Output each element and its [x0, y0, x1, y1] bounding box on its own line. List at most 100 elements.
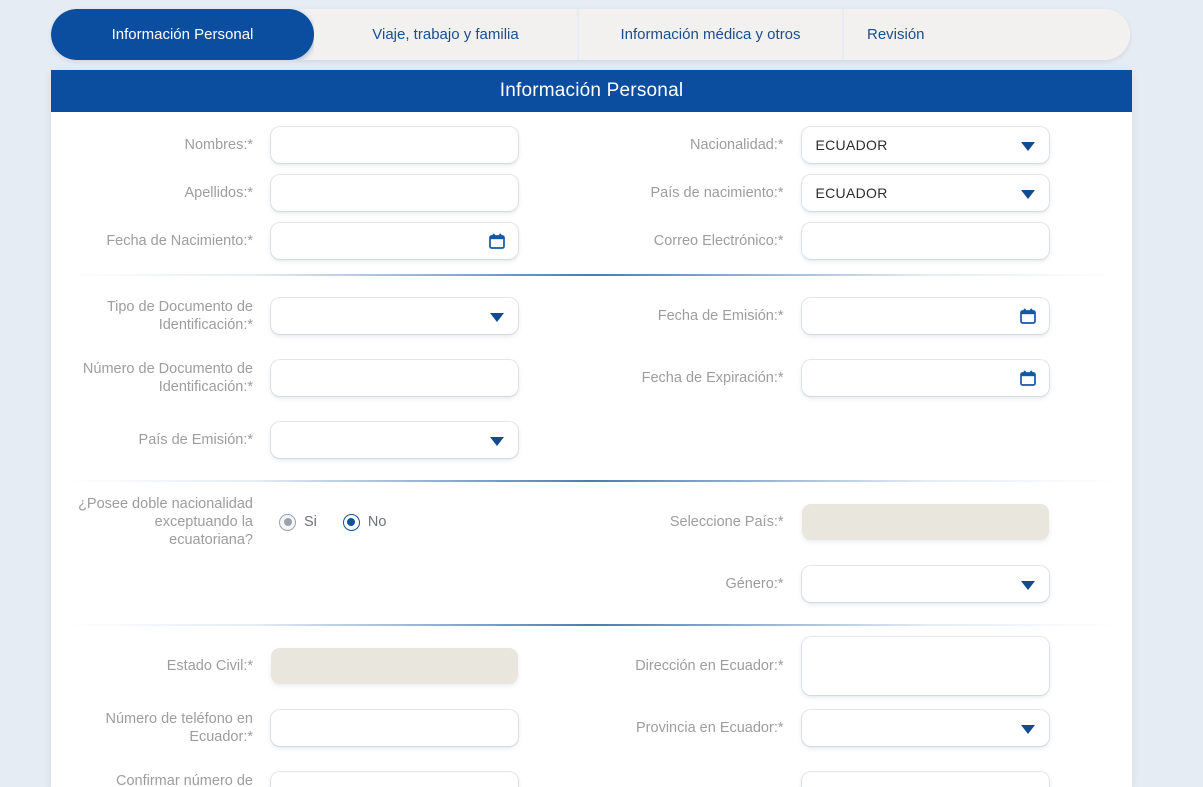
- field-row-doble-nacionalidad: ¿Posee doble nacionalidad exceptuando la…: [71, 491, 592, 553]
- label-nacionalidad: Nacionalidad:*: [689, 137, 784, 153]
- field-row-provincia-ecuador: Provincia en Ecuador:*: [602, 697, 1133, 759]
- radio-label-si: Si: [304, 514, 317, 530]
- field-row-correo-electronico: Correo Electrónico:*: [602, 217, 1133, 265]
- next-partial-input[interactable]: [801, 772, 1049, 787]
- section1-left-column: Nombres:* Apellidos:* Fecha de Nacimient…: [51, 112, 592, 274]
- label-genero: Género:*: [725, 576, 784, 592]
- tab-label: Revisión: [867, 26, 925, 43]
- apellidos-input[interactable]: [271, 175, 518, 211]
- field-row-telefono-ecuador: Número de teléfono en Ecuador:*: [71, 697, 592, 759]
- field-row-tipo-documento: Tipo de Documento de Identificación:*: [71, 285, 592, 347]
- chevron-down-icon[interactable]: [1020, 190, 1035, 199]
- label-numero-documento: Número de Documento de Identificación:*: [82, 361, 253, 395]
- field-row-pais-nacimiento: País de nacimiento:* ECUADOR: [602, 169, 1133, 217]
- chevron-down-icon[interactable]: [490, 313, 504, 322]
- field-row-fecha-expiracion: Fecha de Expiración:*: [602, 347, 1133, 409]
- label-tipo-documento: Tipo de Documento de Identificación:*: [106, 299, 253, 333]
- radio-icon-unselected[interactable]: [279, 513, 296, 531]
- calendar-icon[interactable]: [1019, 308, 1036, 324]
- radio-label-no: No: [367, 514, 387, 530]
- nacionalidad-select[interactable]: ECUADOR: [801, 127, 1049, 163]
- label-confirmar-telefono-ecuador: Confirmar número de teléfono en Ecuador:…: [116, 773, 253, 787]
- calendar-icon[interactable]: [489, 233, 505, 249]
- doble-nacionalidad-radio-group: Si No: [271, 513, 592, 531]
- label-doble-nacionalidad: ¿Posee doble nacionalidad exceptuando la…: [78, 496, 253, 548]
- label-seleccione-pais: Seleccione País:*: [669, 514, 784, 530]
- label-provincia-ecuador: Provincia en Ecuador:*: [636, 720, 784, 736]
- section4-right-column: Dirección en Ecuador:* Provincia en Ecua…: [592, 626, 1133, 787]
- chevron-down-icon[interactable]: [1020, 581, 1035, 590]
- pais-nacimiento-select[interactable]: ECUADOR: [801, 175, 1049, 211]
- telefono-ecuador-input[interactable]: [271, 710, 518, 746]
- tab-revision[interactable]: Revisión: [844, 9, 1130, 60]
- tab-label: Viaje, trabajo y familia: [372, 26, 519, 43]
- nacionalidad-value: ECUADOR: [815, 137, 888, 153]
- provincia-ecuador-select[interactable]: [801, 710, 1049, 746]
- numero-documento-input[interactable]: [271, 360, 518, 396]
- radio-icon-selected[interactable]: [342, 513, 360, 531]
- section3-right-column: Seleccione País:* Género:*: [592, 482, 1133, 624]
- field-row-nombres: Nombres:*: [71, 121, 592, 169]
- seleccione-pais-select: [801, 504, 1049, 540]
- estado-civil-select: [271, 648, 518, 684]
- field-row-next-partial: [602, 759, 1133, 787]
- wizard-tab-bar: Información Personal Viaje, trabajo y fa…: [51, 9, 1130, 60]
- tipo-documento-select[interactable]: [271, 298, 518, 334]
- form-card: Información Personal Nombres:* Apellidos…: [51, 70, 1132, 787]
- label-estado-civil: Estado Civil:*: [166, 658, 253, 674]
- field-row-genero: Género:*: [602, 553, 1133, 615]
- label-telefono-ecuador: Número de teléfono en Ecuador:*: [105, 711, 253, 745]
- section-documento-identificacion: Tipo de Documento de Identificación:* Nú…: [51, 276, 1132, 480]
- label-nombres: Nombres:*: [184, 137, 254, 153]
- field-row-apellidos: Apellidos:*: [71, 169, 592, 217]
- page-title: Información Personal: [499, 80, 684, 101]
- section2-left-column: Tipo de Documento de Identificación:* Nú…: [51, 276, 592, 480]
- label-apellidos: Apellidos:*: [184, 185, 253, 201]
- correo-electronico-input[interactable]: [801, 223, 1049, 259]
- fecha-emision-input[interactable]: [801, 298, 1049, 334]
- fecha-expiracion-input[interactable]: [801, 360, 1049, 396]
- section-doble-nacionalidad: ¿Posee doble nacionalidad exceptuando la…: [51, 482, 1132, 624]
- field-row-estado-civil: Estado Civil:*: [71, 635, 592, 697]
- tab-label: Información médica y otros: [620, 26, 801, 43]
- field-row-pais-emision: País de Emisión:*: [71, 409, 592, 471]
- radio-option-si[interactable]: Si: [279, 513, 317, 531]
- field-row-confirmar-telefono-ecuador: Confirmar número de teléfono en Ecuador:…: [71, 759, 592, 787]
- chevron-down-icon[interactable]: [490, 437, 504, 446]
- section-datos-basicos: Nombres:* Apellidos:* Fecha de Nacimient…: [51, 112, 1132, 274]
- label-correo-electronico: Correo Electrónico:*: [653, 233, 784, 249]
- field-row-direccion-ecuador: Dirección en Ecuador:*: [602, 635, 1133, 697]
- genero-select[interactable]: [801, 566, 1049, 602]
- section4-left-column: Estado Civil:* Número de teléfono en Ecu…: [51, 626, 592, 787]
- field-row-fecha-emision: Fecha de Emisión:*: [602, 285, 1133, 347]
- label-fecha-nacimiento: Fecha de Nacimiento:*: [106, 233, 253, 249]
- field-row-fecha-nacimiento: Fecha de Nacimiento:*: [71, 217, 592, 265]
- field-row-nacionalidad: Nacionalidad:* ECUADOR: [602, 121, 1133, 169]
- section3-left-column: ¿Posee doble nacionalidad exceptuando la…: [51, 482, 592, 624]
- nombres-input[interactable]: [271, 127, 518, 163]
- field-row-seleccione-pais: Seleccione País:*: [602, 491, 1133, 553]
- tab-informacion-medica-y-otros[interactable]: Información médica y otros: [579, 9, 844, 60]
- fecha-nacimiento-input[interactable]: [271, 223, 518, 259]
- chevron-down-icon[interactable]: [1020, 725, 1035, 734]
- radio-option-no[interactable]: No: [342, 513, 387, 531]
- field-row-numero-documento: Número de Documento de Identificación:*: [71, 347, 592, 409]
- calendar-icon[interactable]: [1019, 370, 1036, 386]
- label-pais-emision: País de Emisión:*: [138, 432, 253, 448]
- application-form-page: Información Personal Viaje, trabajo y fa…: [0, 0, 1203, 787]
- tab-viaje-trabajo-familia[interactable]: Viaje, trabajo y familia: [314, 9, 579, 60]
- section1-right-column: Nacionalidad:* ECUADOR País de nacimient…: [592, 112, 1133, 274]
- form-section-header: Información Personal: [51, 70, 1132, 112]
- label-fecha-emision: Fecha de Emisión:*: [657, 308, 784, 324]
- label-pais-nacimiento: País de nacimiento:*: [650, 185, 784, 201]
- confirmar-telefono-ecuador-input[interactable]: [271, 772, 518, 787]
- direccion-ecuador-textarea[interactable]: [801, 637, 1049, 695]
- section-contacto-ecuador: Estado Civil:* Número de teléfono en Ecu…: [51, 626, 1132, 787]
- tab-informacion-personal[interactable]: Información Personal: [51, 9, 314, 60]
- section2-right-column: Fecha de Emisión:* Fecha de Expiración:*: [592, 276, 1133, 480]
- tab-label: Información Personal: [111, 26, 254, 43]
- label-fecha-expiracion: Fecha de Expiración:*: [641, 370, 784, 386]
- chevron-down-icon[interactable]: [1020, 142, 1035, 151]
- pais-nacimiento-value: ECUADOR: [815, 185, 888, 201]
- pais-emision-select[interactable]: [271, 422, 518, 458]
